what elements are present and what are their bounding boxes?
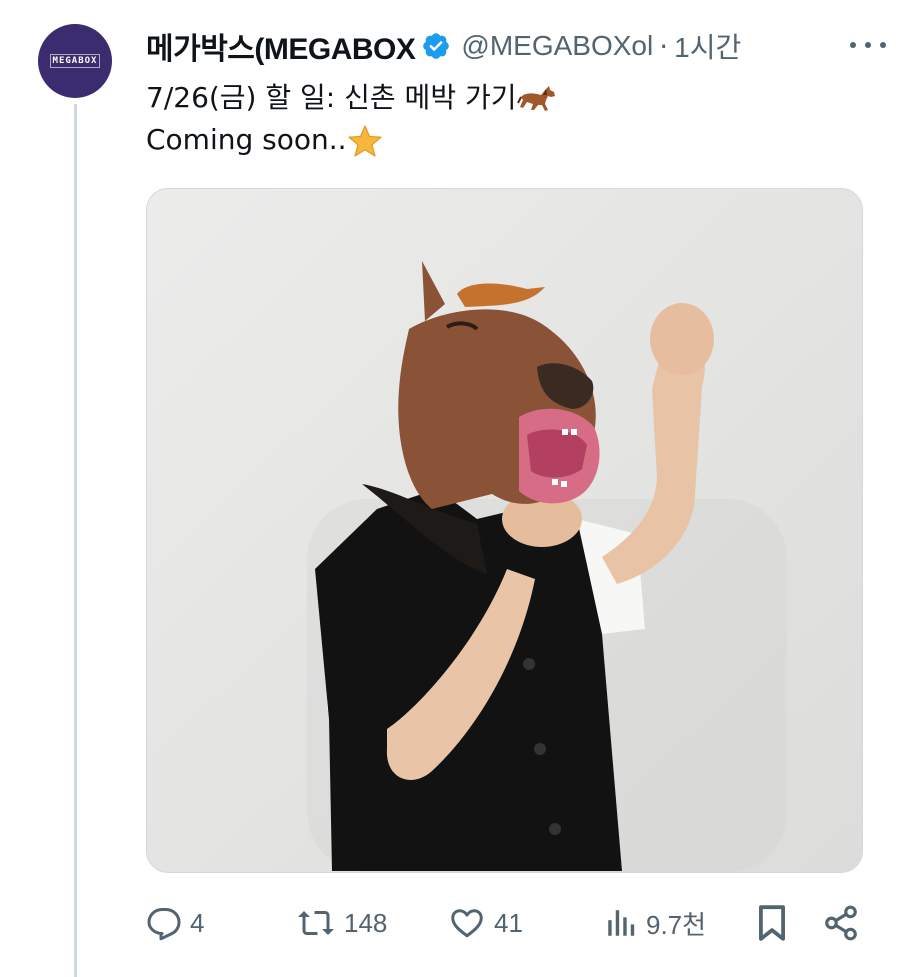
- avatar-logo: MEGABOX: [49, 54, 101, 68]
- media-photo[interactable]: [146, 188, 863, 873]
- horse-mask-photo-illustration: [147, 189, 862, 872]
- like-count: 41: [494, 907, 523, 938]
- tweet-text-line-1: 7/26(금) 할 일: 신촌 메박 가기: [146, 80, 557, 116]
- bookmark-icon: [759, 905, 785, 941]
- repost-icon: [298, 911, 334, 935]
- horse-emoji-icon: [516, 86, 555, 111]
- thread-connector-line: [74, 104, 77, 977]
- reply-count: 4: [190, 907, 205, 938]
- handle[interactable]: @MEGABOXol: [461, 30, 653, 62]
- repost-button[interactable]: 148: [296, 895, 387, 951]
- tweet-text-line-2: Coming soon..: [146, 122, 383, 158]
- avatar[interactable]: MEGABOX: [38, 24, 112, 98]
- bookmark-button[interactable]: [756, 895, 788, 951]
- reply-button[interactable]: 4: [146, 895, 204, 951]
- views-chart-icon: [608, 910, 635, 936]
- share-button[interactable]: [822, 895, 860, 951]
- timestamp[interactable]: 1시간: [674, 26, 741, 66]
- repost-count: 148: [344, 907, 388, 938]
- tweet-text-2: Coming soon..: [146, 123, 347, 156]
- separator-dot: ·: [659, 29, 669, 63]
- views-button[interactable]: 9.7천: [604, 895, 706, 951]
- like-button[interactable]: 41: [448, 895, 523, 951]
- tweet-header: 메가박스(MEGABOX @MEGABOXol · 1시간: [146, 26, 886, 66]
- share-icon: [825, 905, 857, 941]
- reply-icon: [147, 908, 181, 941]
- display-name[interactable]: 메가박스(MEGABOX: [146, 24, 416, 68]
- tweet-text-1: 7/26(금) 할 일: 신촌 메박 가기: [146, 81, 517, 114]
- star-emoji-icon: [347, 125, 382, 157]
- heart-icon: [451, 909, 483, 938]
- views-count: 9.7천: [646, 909, 707, 940]
- tweet-actions: 4 148 41 9.7천: [146, 895, 862, 951]
- verified-badge-icon: [423, 33, 450, 59]
- more-options-icon[interactable]: [850, 30, 886, 60]
